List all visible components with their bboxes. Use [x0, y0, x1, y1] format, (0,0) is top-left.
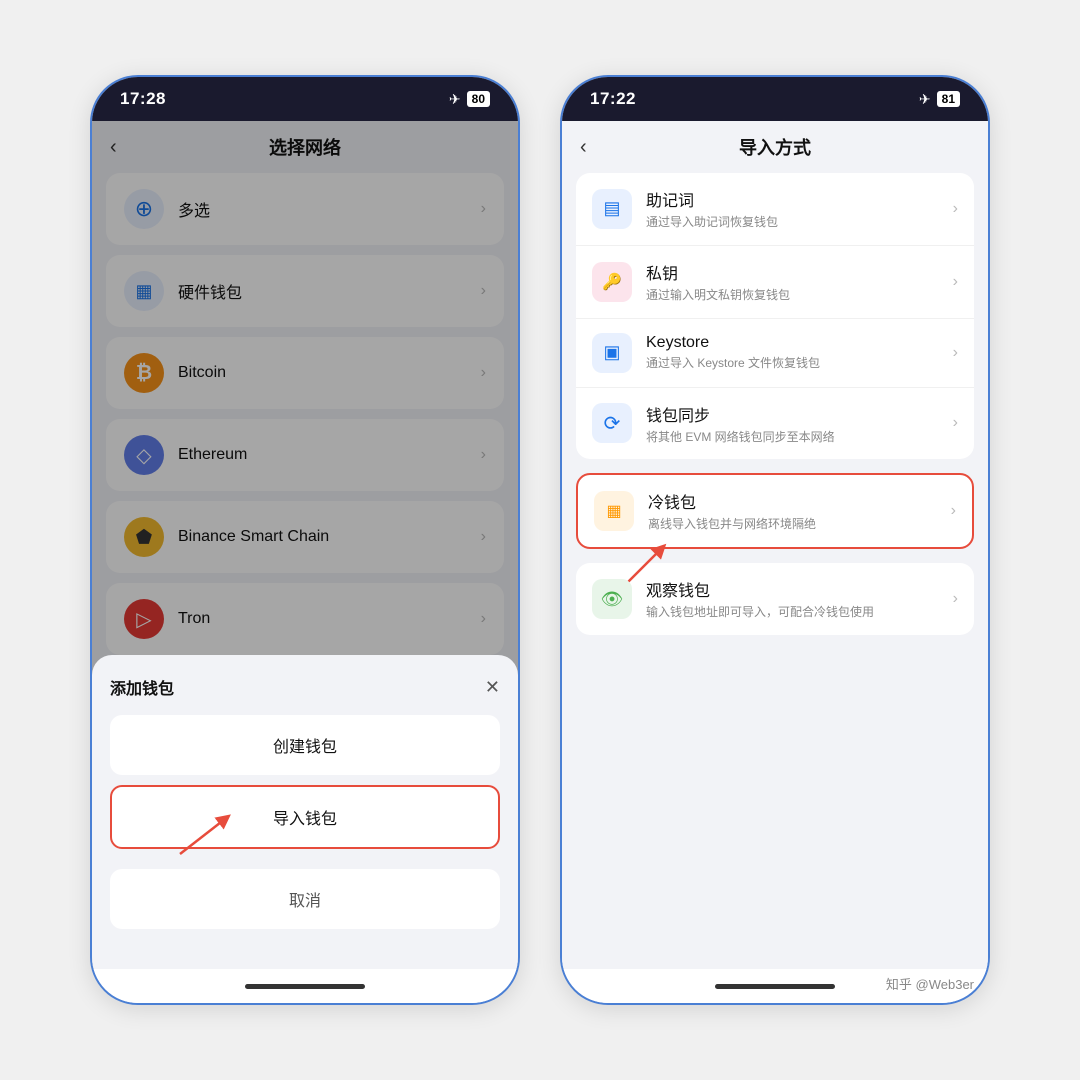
keystore-chevron: › — [953, 344, 958, 362]
cancel-button[interactable]: 取消 — [110, 869, 500, 929]
keystore-title: Keystore — [646, 334, 953, 352]
import-group-1: ▤ 助记词 通过导入助记词恢复钱包 › 🔑 私钥 通过输入明文私钥恢复钱包 › — [576, 173, 974, 459]
sheet-header: 添加钱包 ✕ — [110, 675, 500, 699]
sheet-title: 添加钱包 — [110, 675, 174, 699]
left-screen: ‹ 选择网络 ⊕ 多选 › ▦ 硬件钱包 › — [92, 121, 518, 969]
left-time: 17:28 — [120, 89, 166, 109]
watch-desc: 输入钱包地址即可导入，可配合冷钱包使用 — [646, 604, 953, 621]
import-item-mnemonic[interactable]: ▤ 助记词 通过导入助记词恢复钱包 › — [576, 173, 974, 246]
create-wallet-button[interactable]: 创建钱包 — [110, 715, 500, 775]
privatekey-desc: 通过输入明文私钥恢复钱包 — [646, 287, 953, 304]
right-status-bar: 17:22 ✈ 81 — [562, 77, 988, 121]
keystore-icon: ▣ — [592, 333, 632, 373]
privatekey-title: 私钥 — [646, 260, 953, 284]
left-status-bar: 17:28 ✈ 80 — [92, 77, 518, 121]
import-list: ▤ 助记词 通过导入助记词恢复钱包 › 🔑 私钥 通过输入明文私钥恢复钱包 › — [562, 173, 988, 969]
privatekey-chevron: › — [953, 273, 958, 291]
left-status-icons: ✈ 80 — [449, 91, 490, 108]
left-home-bar — [245, 984, 365, 989]
mnemonic-title: 助记词 — [646, 187, 953, 211]
right-nav-title: 导入方式 — [739, 134, 811, 160]
right-status-icons: ✈ 81 — [919, 91, 960, 108]
left-phone: 17:28 ✈ 80 ‹ 选择网络 ⊕ 多选 › ▦ — [90, 75, 520, 1005]
privatekey-icon: 🔑 — [592, 262, 632, 302]
import-item-keystore[interactable]: ▣ Keystore 通过导入 Keystore 文件恢复钱包 › — [576, 319, 974, 388]
left-arrow-annotation — [170, 809, 250, 859]
right-screen: ‹ 导入方式 ▤ 助记词 通过导入助记词恢复钱包 › 🔑 私钥 — [562, 121, 988, 969]
walletsync-icon: ⟳ — [592, 403, 632, 443]
watch-icon: 👁 — [592, 579, 632, 619]
walletsync-chevron: › — [953, 414, 958, 432]
mnemonic-icon: ▤ — [592, 189, 632, 229]
import-item-watch[interactable]: 👁 观察钱包 输入钱包地址即可导入，可配合冷钱包使用 › — [576, 563, 974, 635]
right-back-button[interactable]: ‹ — [580, 136, 587, 159]
right-time: 17:22 — [590, 89, 636, 109]
cold-title: 冷钱包 — [648, 489, 951, 513]
left-home-indicator — [92, 969, 518, 1003]
bottom-sheet: 添加钱包 ✕ 创建钱包 导入钱包 取 — [92, 655, 518, 969]
right-battery: 81 — [937, 91, 960, 107]
right-phone: 17:22 ✈ 81 ‹ 导入方式 ▤ 助记词 通过导入助记词恢复钱包 › — [560, 75, 990, 1005]
watch-wallet-group: 👁 观察钱包 输入钱包地址即可导入，可配合冷钱包使用 › — [576, 563, 974, 635]
cold-chevron: › — [951, 502, 956, 520]
import-item-privatekey[interactable]: 🔑 私钥 通过输入明文私钥恢复钱包 › — [576, 246, 974, 319]
left-battery: 80 — [467, 91, 490, 107]
watch-chevron: › — [953, 590, 958, 608]
walletsync-title: 钱包同步 — [646, 402, 953, 426]
keystore-desc: 通过导入 Keystore 文件恢复钱包 — [646, 355, 953, 372]
cold-desc: 离线导入钱包并与网络环境隔绝 — [648, 516, 951, 533]
left-overlay: 添加钱包 ✕ 创建钱包 导入钱包 取 — [92, 121, 518, 969]
import-wallet-button[interactable]: 导入钱包 — [110, 785, 500, 849]
walletsync-desc: 将其他 EVM 网络钱包同步至本网络 — [646, 429, 953, 446]
right-airplane-icon: ✈ — [919, 91, 931, 108]
mnemonic-desc: 通过导入助记词恢复钱包 — [646, 214, 953, 231]
cold-wallet-group: ▦ 冷钱包 离线导入钱包并与网络环境隔绝 › — [576, 473, 974, 549]
watch-title: 观察钱包 — [646, 577, 953, 601]
right-home-bar — [715, 984, 835, 989]
sheet-close-button[interactable]: ✕ — [485, 677, 500, 698]
left-airplane-icon: ✈ — [449, 91, 461, 108]
mnemonic-chevron: › — [953, 200, 958, 218]
right-nav-bar: ‹ 导入方式 — [562, 121, 988, 173]
watermark: 知乎 @Web3er — [886, 974, 974, 993]
import-item-cold[interactable]: ▦ 冷钱包 离线导入钱包并与网络环境隔绝 › — [578, 475, 972, 547]
import-item-walletsync[interactable]: ⟳ 钱包同步 将其他 EVM 网络钱包同步至本网络 › — [576, 388, 974, 460]
cold-icon: ▦ — [594, 491, 634, 531]
